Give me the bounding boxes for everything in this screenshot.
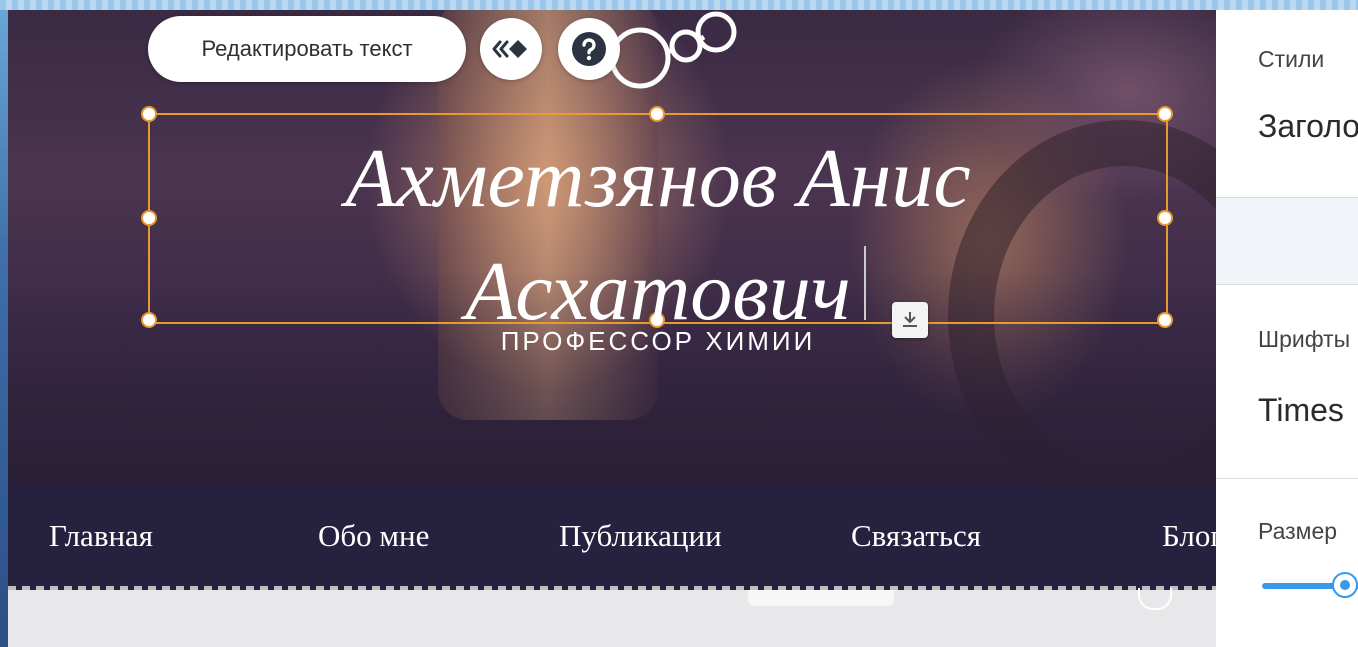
section-handle[interactable]: [1138, 588, 1172, 610]
section-tab[interactable]: [748, 590, 894, 606]
nav-item-contact[interactable]: Связаться: [851, 518, 981, 554]
nav-item-home[interactable]: Главная: [49, 518, 153, 554]
animation-icon: [492, 40, 527, 58]
settings-panel: Стили Заголовок Шрифты Times Размер: [1216, 10, 1358, 647]
styles-dropdown[interactable]: Заголовок: [1258, 108, 1358, 145]
size-slider-knob[interactable]: [1332, 572, 1358, 598]
site-canvas: Редактировать текст Ахметзянов Анис Асха…: [8, 10, 1216, 647]
section-divider: [8, 586, 1216, 590]
resize-handle-top-right[interactable]: [1157, 106, 1173, 122]
panel-band: [1216, 198, 1358, 284]
size-label: Размер: [1258, 518, 1338, 544]
title-line-1: Ахметзянов Анис: [345, 132, 971, 225]
page-title[interactable]: Ахметзянов Анис Асхатович: [148, 122, 1168, 348]
top-strip: [0, 0, 1358, 10]
resize-handle-top[interactable]: [649, 106, 665, 122]
font-label: Шрифты: [1258, 326, 1351, 352]
resize-handle-top-left[interactable]: [141, 106, 157, 122]
help-button[interactable]: [558, 18, 620, 80]
animation-button[interactable]: [480, 18, 542, 80]
panel-divider: [1216, 478, 1358, 479]
help-icon: [572, 32, 606, 66]
nav-item-publications[interactable]: Публикации: [559, 518, 722, 554]
text-caret: [864, 246, 866, 320]
nav-item-blog[interactable]: Блог: [1162, 518, 1216, 554]
nav-item-about[interactable]: Обо мне: [318, 518, 429, 554]
decorative-bubbles: [609, 11, 737, 89]
edit-text-button[interactable]: Редактировать текст: [148, 16, 466, 82]
styles-label: Стили: [1258, 46, 1325, 72]
panel-divider: [1216, 284, 1358, 285]
edit-text-label: Редактировать текст: [201, 36, 413, 61]
subtitle: ПРОФЕССОР ХИМИИ: [500, 326, 816, 356]
font-dropdown[interactable]: Times: [1258, 392, 1344, 429]
